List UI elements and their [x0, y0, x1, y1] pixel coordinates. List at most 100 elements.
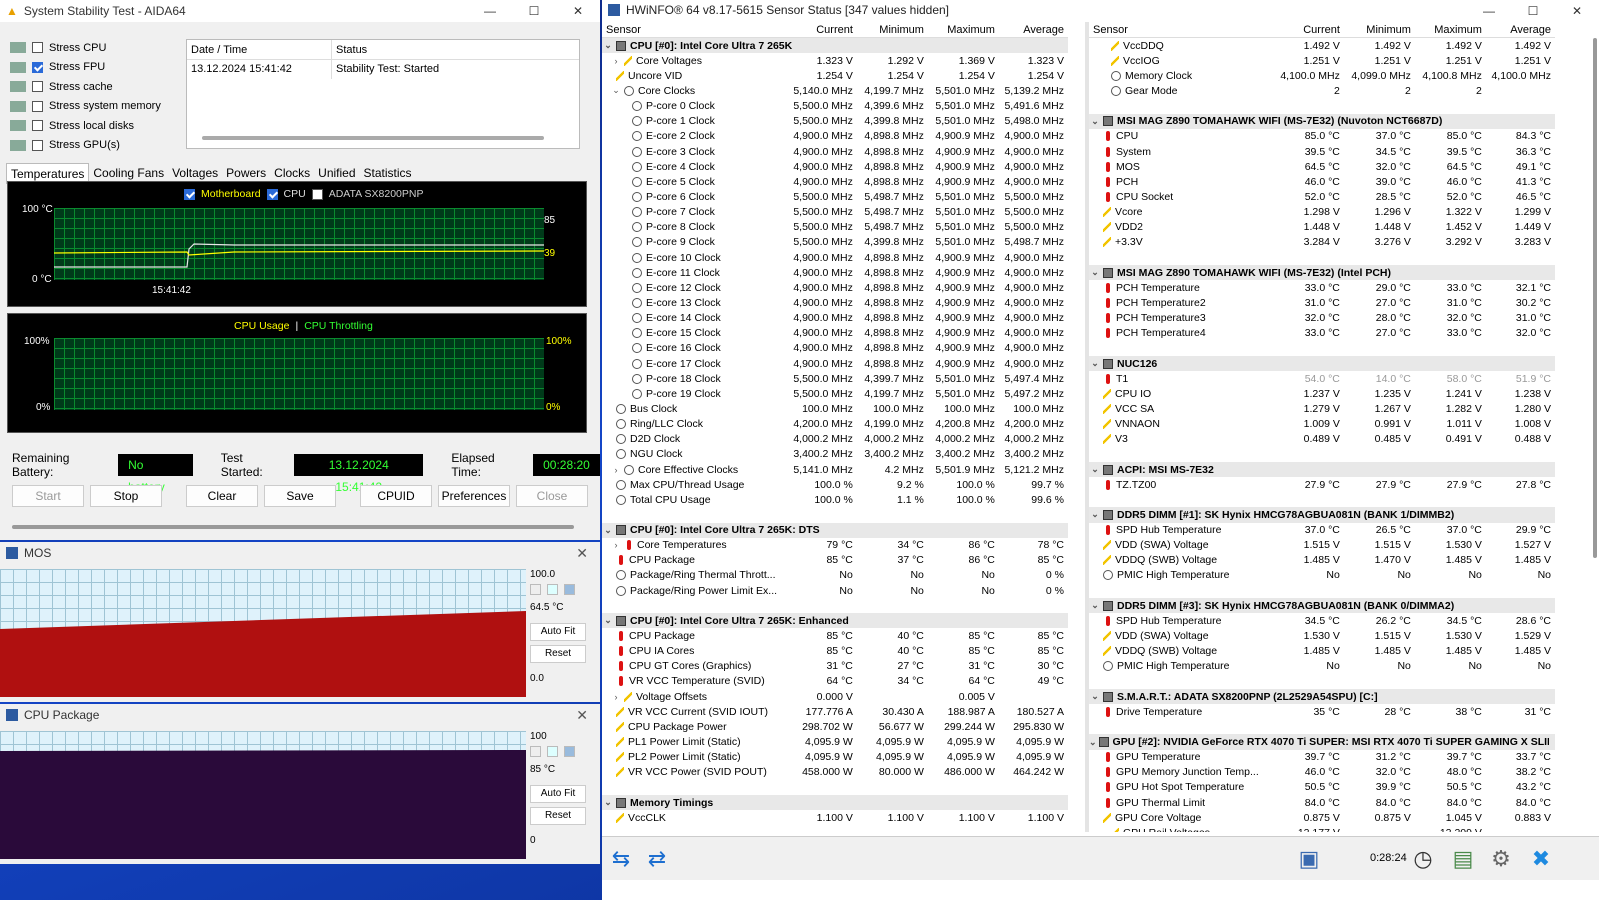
sensor-row[interactable]: Max CPU/Thread Usage 100.0 % 9.2 % 100.0 % 9… [602, 477, 1068, 492]
sensor-row[interactable]: V3 0.489 V 0.485 V 0.491 V 0.488 V [1089, 432, 1555, 447]
collapse-chevron-icon[interactable]: ⌄ [1089, 358, 1101, 369]
collapse-chevron-icon[interactable]: ⌄ [1089, 116, 1101, 127]
color-swatch[interactable] [564, 584, 575, 595]
column-header-maximum[interactable]: Maximum [1415, 22, 1486, 37]
hw-close-button[interactable]: ✕ [1555, 0, 1599, 22]
report-icon[interactable]: ▤ [1448, 845, 1478, 873]
sensor-row[interactable]: P-core 18 Clock 5,500.0 MHz 4,399.7 MHz 5,5… [602, 371, 1068, 386]
column-header-current[interactable]: Current [1271, 22, 1344, 37]
sensor-row[interactable]: +3.3V 3.284 V 3.276 V 3.292 V 3.283 V [1089, 235, 1555, 250]
arrows-collapse-icon[interactable]: ⇄ [642, 845, 672, 873]
sensor-row[interactable]: PMIC High Temperature No No No No [1089, 659, 1555, 674]
sensor-group-header[interactable]: ⌄ NUC126 [1089, 355, 1555, 372]
stress-option[interactable]: Stress CPU [10, 38, 180, 58]
sensor-row[interactable]: E-core 14 Clock 4,900.0 MHz 4,898.8 MHz 4,9… [602, 311, 1068, 326]
sensor-row[interactable]: GPU Thermal Limit 84.0 °C 84.0 °C 84.0 °C 84… [1089, 795, 1555, 810]
collapse-chevron-icon[interactable]: ⌄ [1097, 827, 1109, 832]
stress-option[interactable]: Stress GPU(s) [10, 136, 180, 156]
clear-button[interactable]: Clear [186, 485, 258, 507]
collapse-chevron-icon[interactable]: ⌄ [1089, 600, 1101, 611]
sensor-row[interactable]: P-core 9 Clock 5,500.0 MHz 4,399.8 MHz 5,50… [602, 235, 1068, 250]
sensor-row[interactable]: Package/Ring Thermal Thrott... No No No 0 % [602, 568, 1068, 583]
sensor-row[interactable]: CPU IO 1.237 V 1.235 V 1.241 V 1.238 V [1089, 386, 1555, 401]
stress-checkbox[interactable] [32, 120, 43, 132]
sensor-row[interactable]: CPU Socket 52.0 °C 28.5 °C 52.0 °C 46.5 °C [1089, 189, 1555, 204]
right-pane-scrollbar[interactable] [1593, 38, 1597, 558]
sensor-row[interactable]: VDDQ (SWB) Voltage 1.485 V 1.485 V 1.485 V 1… [1089, 644, 1555, 659]
sensor-row[interactable]: Memory Clock 4,100.0 MHz 4,099.0 MHz 4,100.… [1089, 68, 1555, 83]
legend-checkbox-motherboard[interactable] [184, 188, 195, 200]
sensor-row[interactable]: Total CPU Usage 100.0 % 1.1 % 100.0 % 99.6 % [602, 492, 1068, 507]
log-header-datetime[interactable]: Date / Time [187, 40, 332, 59]
collapse-chevron-icon[interactable]: ⌄ [1089, 509, 1101, 520]
sensor-row[interactable]: VR VCC Temperature (SVID) 64 °C 34 °C 64 °C… [602, 674, 1068, 689]
start-button[interactable]: Start [12, 485, 84, 507]
aida-scrollbar[interactable] [12, 525, 574, 529]
sensor-row[interactable]: E-core 2 Clock 4,900.0 MHz 4,898.8 MHz 4,90… [602, 129, 1068, 144]
collapse-chevron-icon[interactable]: ⌄ [1089, 464, 1101, 475]
legend-checkbox-adata[interactable] [311, 188, 323, 200]
collapse-chevron-icon[interactable]: ⌄ [602, 797, 614, 808]
mos-close-icon[interactable]: ✕ [576, 545, 588, 562]
sensor-row[interactable]: PCH 46.0 °C 39.0 °C 46.0 °C 41.3 °C [1089, 174, 1555, 189]
sensor-row[interactable]: E-core 10 Clock 4,900.0 MHz 4,898.8 MHz 4,9… [602, 250, 1068, 265]
sensor-row[interactable]: P-core 1 Clock 5,500.0 MHz 4,399.8 MHz 5,50… [602, 114, 1068, 129]
sensor-row[interactable]: ⌄ Core Clocks 5,140.0 MHz 4,199.7 MHz 5,501.… [602, 83, 1068, 98]
cpu-package-autofit-button[interactable]: Auto Fit [530, 785, 586, 803]
color-swatch[interactable] [530, 746, 541, 757]
collapse-chevron-icon[interactable]: ⌄ [1089, 267, 1101, 278]
sensor-row[interactable]: P-core 19 Clock 5,500.0 MHz 4,199.7 MHz 5,5… [602, 386, 1068, 401]
stress-checkbox[interactable] [32, 61, 43, 73]
sensor-row[interactable]: E-core 16 Clock 4,900.0 MHz 4,898.8 MHz 4,9… [602, 341, 1068, 356]
sensor-row[interactable]: System 39.5 °C 34.5 °C 39.5 °C 36.3 °C [1089, 144, 1555, 159]
expand-chevron-icon[interactable]: › [610, 540, 622, 550]
close-window-button[interactable]: ✕ [556, 0, 600, 22]
preferences-button[interactable]: Preferences [438, 485, 510, 507]
sensor-row[interactable]: GPU Core Voltage 0.875 V 0.875 V 1.045 V 0.8… [1089, 810, 1555, 825]
sensor-group-header[interactable]: ⌄ MSI MAG Z890 TOMAHAWK WIFI (MS-7E32) (N… [1089, 113, 1555, 129]
exit-icon[interactable]: ✖ [1526, 845, 1556, 873]
sensor-row[interactable]: Uncore VID 1.254 V 1.254 V 1.254 V 1.254 V [602, 68, 1068, 83]
sensor-group-header[interactable]: ⌄ GPU [#2]: NVIDIA GeForce RTX 4070 Ti SU… [1089, 734, 1555, 750]
stress-option[interactable]: Stress system memory [10, 97, 180, 117]
sensor-row[interactable]: CPU IA Cores 85 °C 40 °C 85 °C 85 °C [602, 644, 1068, 659]
sensor-row[interactable]: PCH Temperature4 33.0 °C 27.0 °C 33.0 °C 32.… [1089, 326, 1555, 341]
sensor-row[interactable]: VccDDQ 1.492 V 1.492 V 1.492 V 1.492 V [1089, 38, 1555, 53]
color-swatch[interactable] [547, 746, 558, 757]
sensor-row[interactable]: E-core 13 Clock 4,900.0 MHz 4,898.8 MHz 4,9… [602, 295, 1068, 310]
sensor-row[interactable]: PL2 Power Limit (Static) 4,095.9 W 4,095.9… [602, 750, 1068, 765]
sensor-group-header[interactable]: ⌄ CPU [#0]: Intel Core Ultra 7 265K: Enha… [602, 613, 1068, 629]
column-header-minimum[interactable]: Minimum [1344, 22, 1415, 37]
hw-maximize-button[interactable]: ☐ [1511, 0, 1555, 22]
cpu-package-close-icon[interactable]: ✕ [576, 707, 588, 724]
color-swatch[interactable] [547, 584, 558, 595]
sensor-row[interactable]: P-core 7 Clock 5,500.0 MHz 5,498.7 MHz 5,50… [602, 205, 1068, 220]
column-header-sensor[interactable]: Sensor [1089, 22, 1271, 37]
hw-minimize-button[interactable]: — [1467, 0, 1511, 22]
stress-option[interactable]: Stress local disks [10, 116, 180, 136]
sensor-row[interactable]: PCH Temperature3 32.0 °C 28.0 °C 32.0 °C 31.… [1089, 311, 1555, 326]
sensor-row[interactable]: E-core 12 Clock 4,900.0 MHz 4,898.8 MHz 4,9… [602, 280, 1068, 295]
network-icon[interactable]: ▣ [1294, 845, 1324, 873]
sensor-row[interactable]: VR VCC Power (SVID POUT) 458.000 W 80.000 … [602, 765, 1068, 780]
settings-gear-icon[interactable]: ⚙ [1486, 845, 1516, 873]
sensor-row[interactable]: Bus Clock 100.0 MHz 100.0 MHz 100.0 MHz 100.… [602, 401, 1068, 416]
column-header-average[interactable]: Average [1486, 22, 1555, 37]
log-scrollbar[interactable] [202, 136, 544, 140]
expand-chevron-icon[interactable]: › [610, 692, 622, 702]
sensor-row[interactable]: › Voltage Offsets 0.000 V 0.005 V [602, 689, 1068, 704]
color-swatch[interactable] [530, 584, 541, 595]
sensor-row[interactable]: MOS 64.5 °C 32.0 °C 64.5 °C 49.1 °C [1089, 159, 1555, 174]
sensor-row[interactable]: VDD (SWA) Voltage 1.515 V 1.515 V 1.530 V 1.… [1089, 538, 1555, 553]
collapse-chevron-icon[interactable]: ⌄ [602, 525, 614, 536]
sensor-row[interactable]: PL1 Power Limit (Static) 4,095.9 W 4,095.9… [602, 734, 1068, 749]
sensor-row[interactable]: E-core 5 Clock 4,900.0 MHz 4,898.8 MHz 4,90… [602, 174, 1068, 189]
stress-checkbox[interactable] [32, 42, 43, 54]
mos-autofit-button[interactable]: Auto Fit [530, 623, 586, 641]
expand-chevron-icon[interactable]: › [610, 465, 622, 475]
sensor-row[interactable]: GPU Hot Spot Temperature 50.5 °C 39.9 °C 50… [1089, 780, 1555, 795]
collapse-chevron-icon[interactable]: ⌄ [602, 40, 614, 51]
sensor-row[interactable]: TZ.TZ00 27.9 °C 27.9 °C 27.9 °C 27.8 °C [1089, 477, 1555, 492]
sensor-group-header[interactable]: ⌄ S.M.A.R.T.: ADATA SX8200PNP (2L2529A54S… [1089, 689, 1555, 705]
cpu-package-reset-button[interactable]: Reset [530, 807, 586, 825]
